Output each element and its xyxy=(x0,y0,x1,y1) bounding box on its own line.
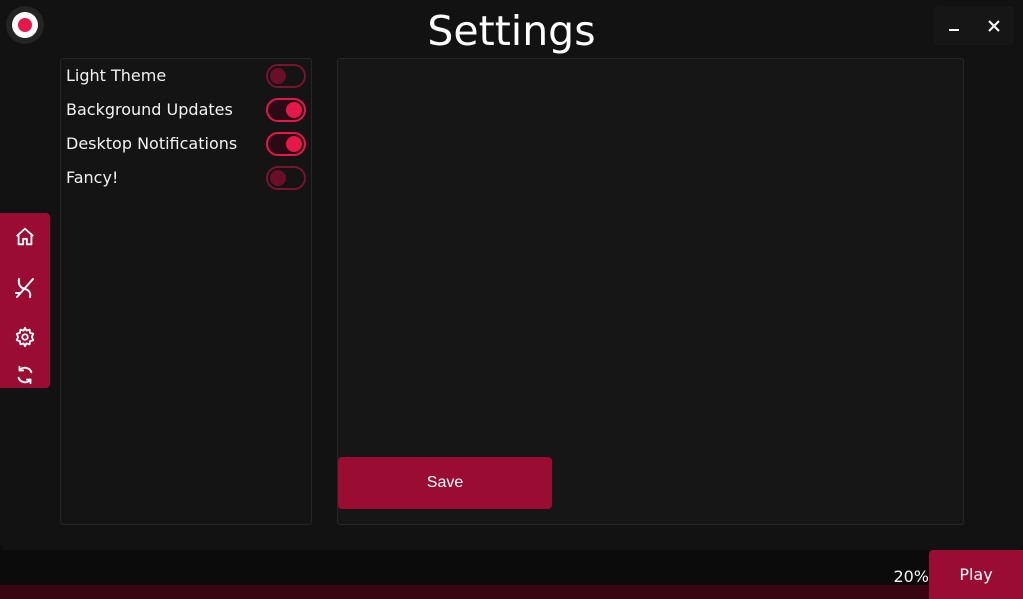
setting-row-background-updates: Background Updates xyxy=(66,97,306,123)
close-icon xyxy=(988,19,1000,32)
refresh-icon xyxy=(17,365,33,385)
fancy-toggle[interactable] xyxy=(266,166,306,190)
status-bar: 20% Play xyxy=(0,550,1023,599)
background-updates-toggle[interactable] xyxy=(266,98,306,122)
mods-icon xyxy=(15,278,34,298)
nav-item-settings[interactable] xyxy=(9,321,41,353)
nav-item-home[interactable] xyxy=(9,221,41,253)
side-nav xyxy=(0,213,50,388)
light-theme-toggle[interactable] xyxy=(266,64,306,88)
content-panel: Save xyxy=(337,58,964,525)
play-button[interactable]: Play xyxy=(929,550,1023,599)
toggle-knob xyxy=(270,170,286,186)
desktop-notifications-toggle[interactable] xyxy=(266,132,306,156)
toggle-knob xyxy=(286,102,302,118)
close-button[interactable] xyxy=(979,11,1009,41)
progress-fill xyxy=(0,585,186,599)
progress-text: 20% xyxy=(893,567,929,586)
page-title: Settings xyxy=(427,7,596,55)
setting-row-fancy: Fancy! xyxy=(66,165,306,191)
setting-label: Fancy! xyxy=(66,168,119,187)
setting-row-desktop-notifications: Desktop Notifications xyxy=(66,131,306,157)
settings-panel: Light Theme Background Updates Desktop N… xyxy=(60,58,312,525)
nav-item-refresh[interactable] xyxy=(9,359,41,391)
minimize-icon xyxy=(949,28,959,31)
setting-label: Desktop Notifications xyxy=(66,134,238,153)
save-button[interactable]: Save xyxy=(338,457,552,509)
setting-label: Light Theme xyxy=(66,66,167,85)
home-icon xyxy=(16,227,34,246)
setting-row-light-theme: Light Theme xyxy=(66,63,306,89)
toggle-knob xyxy=(286,136,302,152)
app-window: Settings Light Theme Background Updates … xyxy=(0,0,1023,550)
minimize-button[interactable] xyxy=(939,11,969,41)
progress-bar xyxy=(0,585,929,599)
toggle-knob xyxy=(270,68,286,84)
window-controls xyxy=(934,6,1014,45)
setting-label: Background Updates xyxy=(66,100,233,119)
gear-icon xyxy=(15,326,35,348)
nav-item-mods[interactable] xyxy=(9,272,41,304)
